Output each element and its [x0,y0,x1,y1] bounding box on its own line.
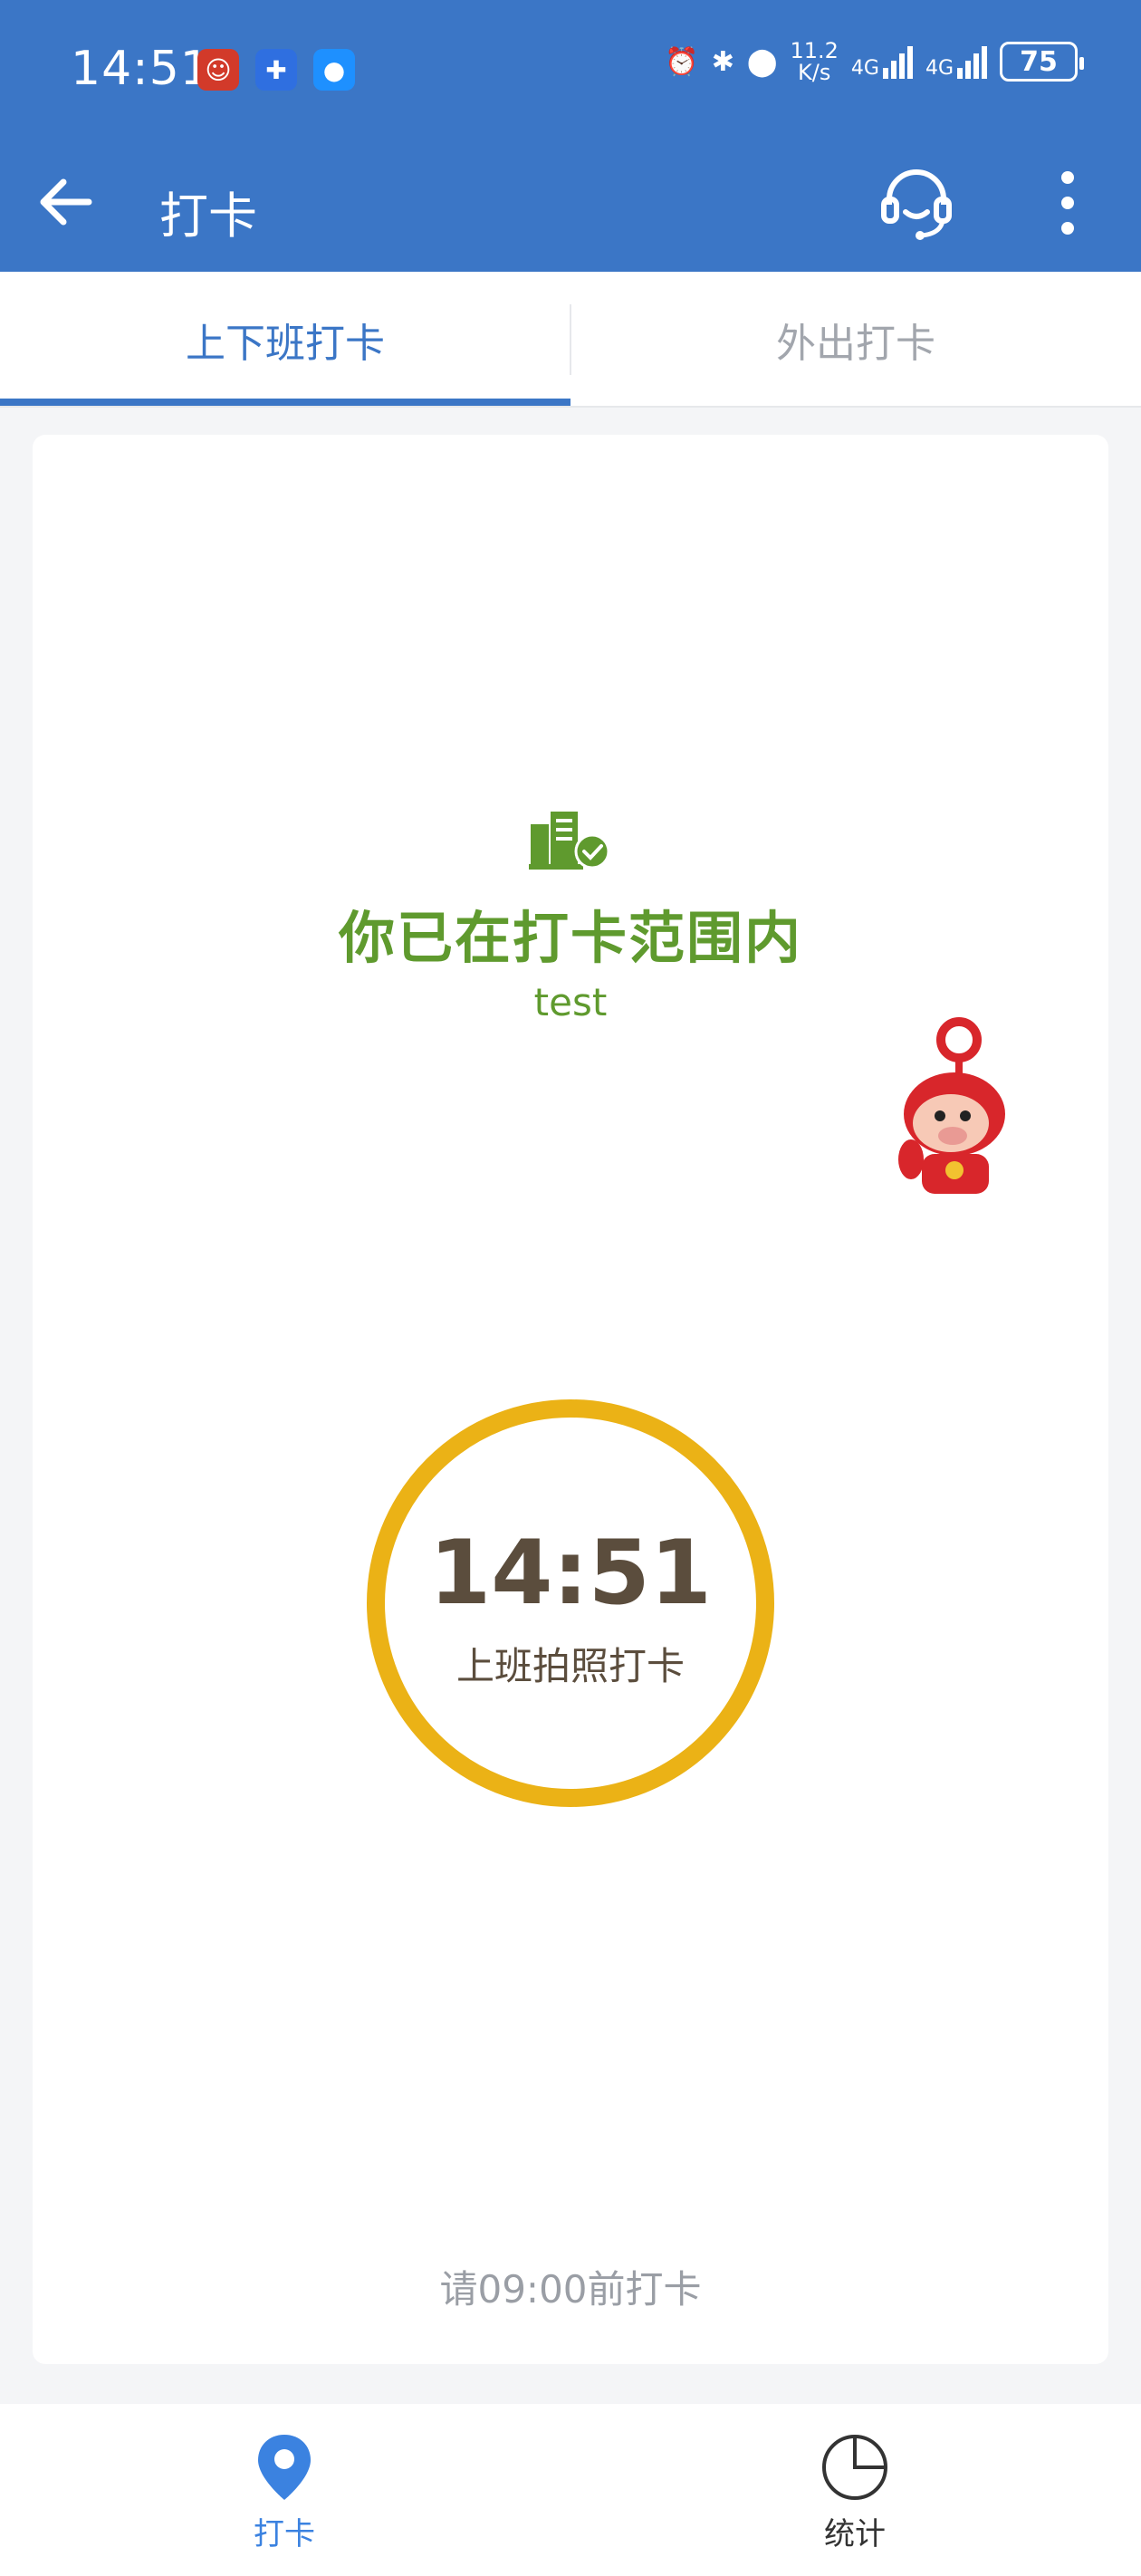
more-vertical-icon[interactable] [1049,163,1087,243]
signal-bars-icon [957,44,987,79]
punch-action-label: 上班拍照打卡 [455,1644,685,1688]
mascot-app-icon: ☺ [197,49,239,91]
header: 14:51 ☺ ✚ ● ⏰ ✱ ⬤ 11.2 K/s 4G 4G 75 打卡 [0,0,1141,272]
location-status-icon: ⬤ [746,45,778,78]
status-time: 14:51 [71,42,211,96]
nav-punch[interactable]: 打卡 [194,2431,375,2553]
signal-2: 4G [925,44,987,79]
page-title: 打卡 [159,187,257,245]
chat-app-icon: ● [313,49,355,91]
alarm-icon: ⏰ [665,45,699,78]
notification-icons: ☺ ✚ ● [197,49,355,91]
headset-icon[interactable] [877,163,956,243]
signal-1: 4G [851,44,913,79]
tab-bar: 上下班打卡 外出打卡 [0,272,1141,408]
mascot-icon[interactable] [891,1014,1027,1196]
app-bar: 打卡 [0,136,1141,272]
current-time: 14:51 [429,1522,712,1625]
bluetooth-icon: ✱ [711,45,734,78]
location-pin-icon [258,2435,311,2500]
battery-icon: 75 [1000,42,1084,82]
back-arrow-icon[interactable] [34,170,98,234]
in-range-status: 你已在打卡范围内 [338,905,802,971]
net-speed: 11.2 K/s [790,38,839,85]
deadline-hint: 请09:00前打卡 [439,2267,702,2312]
nav-punch-label: 打卡 [254,2516,315,2552]
status-bar: 14:51 ☺ ✚ ● ⏰ ✱ ⬤ 11.2 K/s 4G 4G 75 [0,0,1141,136]
status-right: ⏰ ✱ ⬤ 11.2 K/s 4G 4G 75 [665,38,1084,85]
signal-bars-icon [882,44,913,79]
pie-chart-icon [822,2435,887,2500]
active-tab-indicator [0,399,570,406]
building-check-icon [529,812,610,870]
nav-stats[interactable]: 统计 [764,2431,945,2553]
nav-stats-label: 统计 [824,2516,886,2552]
tab-commute-punch[interactable]: 上下班打卡 [0,272,570,408]
bottom-nav: 打卡 统计 [0,2404,1141,2576]
tab-outing-punch[interactable]: 外出打卡 [570,272,1141,408]
puzzle-app-icon: ✚ [255,49,297,91]
